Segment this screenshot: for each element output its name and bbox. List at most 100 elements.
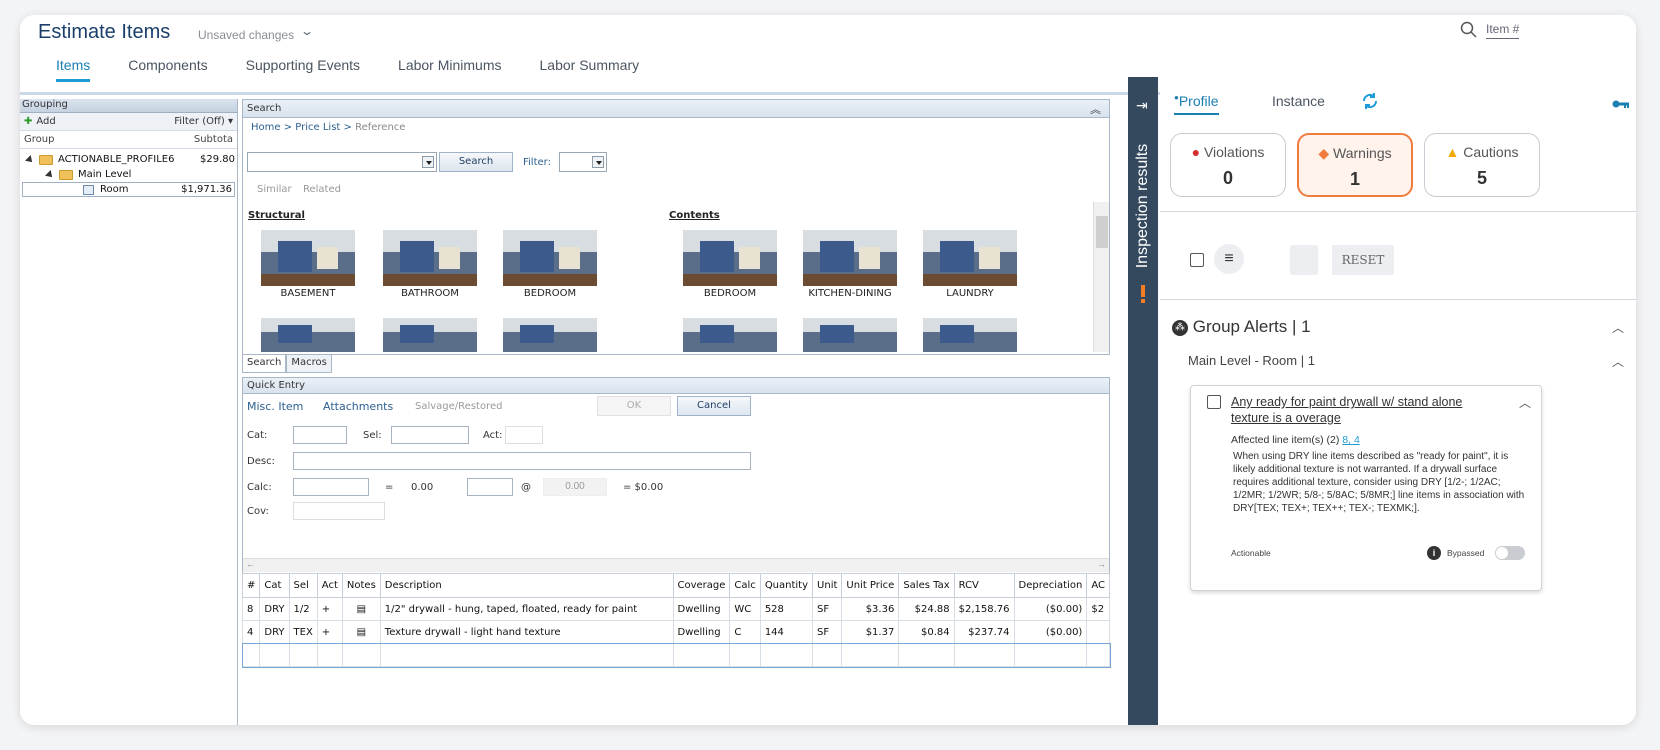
affected-links[interactable]: 8, 4 bbox=[1342, 434, 1360, 446]
thumbnail[interactable] bbox=[503, 318, 597, 352]
table-row[interactable]: 4 DRY TEX + ▤ Texture drywall - light ha… bbox=[241, 620, 1110, 644]
table-row[interactable]: 8 DRY 1/2 + ▤ 1/2" drywall - hung, taped… bbox=[241, 597, 1110, 621]
tab-profile[interactable]: ●Profile bbox=[1174, 93, 1219, 115]
laundry-thumbnail[interactable] bbox=[923, 230, 1017, 286]
dropdown-arrow-icon[interactable] bbox=[422, 156, 434, 168]
col-subtotal[interactable]: Subtota bbox=[194, 134, 233, 145]
collapse-group-icon[interactable]: ︿ bbox=[1612, 319, 1624, 336]
cell[interactable] bbox=[841, 643, 900, 667]
add-button[interactable]: ✚ Add bbox=[24, 116, 56, 127]
cell[interactable] bbox=[898, 643, 955, 667]
cell[interactable] bbox=[1086, 643, 1110, 667]
tab-items[interactable]: Items bbox=[56, 55, 91, 82]
cell[interactable] bbox=[259, 643, 290, 667]
collapse-panel-icon[interactable]: ⇥ bbox=[1136, 97, 1148, 114]
col-notes[interactable]: Notes bbox=[341, 573, 381, 598]
search-button[interactable]: Search bbox=[439, 152, 513, 172]
col-ac[interactable]: AC bbox=[1086, 573, 1110, 598]
cell[interactable] bbox=[1013, 643, 1088, 667]
thumbnail[interactable] bbox=[383, 318, 477, 352]
sub-group-label[interactable]: Main Level - Room | 1 bbox=[1188, 353, 1315, 368]
search-input[interactable] bbox=[247, 152, 437, 172]
cell[interactable] bbox=[379, 643, 674, 667]
col-unit-price[interactable]: Unit Price bbox=[841, 573, 900, 598]
act-field[interactable] bbox=[505, 426, 543, 444]
cell[interactable] bbox=[759, 643, 814, 667]
thumbnail[interactable] bbox=[803, 318, 897, 352]
col-quantity[interactable]: Quantity bbox=[759, 573, 814, 598]
bathroom-thumbnail[interactable] bbox=[383, 230, 477, 286]
filter-dropdown[interactable]: Filter (Off) ▾ bbox=[174, 116, 233, 127]
alert-title[interactable]: Any ready for paint drywall w/ stand alo… bbox=[1231, 394, 1501, 426]
cell[interactable] bbox=[241, 643, 261, 667]
col-act[interactable]: Act bbox=[316, 573, 343, 598]
notes-icon[interactable]: ▤ bbox=[341, 597, 381, 621]
cov-field[interactable] bbox=[293, 502, 385, 520]
search-icon[interactable] bbox=[1460, 21, 1478, 39]
blank-button[interactable] bbox=[1290, 245, 1318, 275]
cell[interactable] bbox=[729, 643, 761, 667]
info-icon[interactable]: i bbox=[1427, 546, 1441, 560]
tree-row-main-level[interactable]: Main Level bbox=[20, 167, 237, 182]
ok-button[interactable]: OK bbox=[597, 396, 671, 416]
expand-icon[interactable] bbox=[25, 154, 35, 165]
collapse-subgroup-icon[interactable]: ︿ bbox=[1612, 353, 1624, 370]
col-cat[interactable]: Cat bbox=[259, 573, 290, 598]
collapse-icon[interactable]: ︽ bbox=[1090, 101, 1101, 117]
calc-field[interactable] bbox=[293, 478, 369, 496]
group-alerts-header[interactable]: ⁂ Group Alerts | 1 bbox=[1172, 317, 1311, 337]
col-sel[interactable]: Sel bbox=[288, 573, 318, 598]
search-scrollbar[interactable] bbox=[1093, 202, 1109, 352]
expand-icon[interactable] bbox=[45, 169, 55, 180]
kitchen-thumbnail[interactable] bbox=[803, 230, 897, 286]
bedroom-thumbnail[interactable] bbox=[503, 230, 597, 286]
structural-heading[interactable]: Structural bbox=[248, 210, 305, 221]
cat-field[interactable] bbox=[293, 426, 347, 444]
cell[interactable] bbox=[341, 643, 381, 667]
price-field[interactable]: 0.00 bbox=[543, 478, 607, 496]
filter-icon[interactable]: ≡ bbox=[1214, 244, 1244, 274]
col-rcv[interactable]: RCV bbox=[953, 573, 1015, 598]
bypassed-toggle[interactable] bbox=[1495, 546, 1525, 560]
key-icon[interactable] bbox=[1612, 99, 1630, 109]
sel-field[interactable] bbox=[391, 426, 469, 444]
contents-heading[interactable]: Contents bbox=[669, 210, 720, 221]
horizontal-scrollbar[interactable]: ← → bbox=[243, 558, 1109, 572]
chevron-down-icon[interactable]: ⌄ bbox=[300, 24, 314, 38]
alert-checkbox[interactable] bbox=[1207, 395, 1221, 409]
tab-supporting-events[interactable]: Supporting Events bbox=[246, 55, 360, 82]
desc-field[interactable] bbox=[293, 452, 751, 470]
tree-row-room[interactable]: Room $1,971.36 bbox=[22, 182, 235, 197]
inspection-sidebar[interactable]: ⇥ Inspection results bbox=[1128, 77, 1158, 725]
col-sales-tax[interactable]: Sales Tax bbox=[898, 573, 955, 598]
misc-item-link[interactable]: Misc. Item bbox=[247, 400, 303, 413]
thumbnail[interactable] bbox=[923, 318, 1017, 352]
reset-button[interactable]: RESET bbox=[1332, 245, 1394, 275]
warnings-card[interactable]: ◆ Warnings 1 bbox=[1297, 133, 1413, 197]
refresh-icon[interactable] bbox=[1360, 91, 1380, 111]
select-all-checkbox[interactable] bbox=[1190, 253, 1204, 267]
cell[interactable] bbox=[812, 643, 843, 667]
col-unit[interactable]: Unit bbox=[812, 573, 843, 598]
contents-bedroom-thumbnail[interactable] bbox=[683, 230, 777, 286]
cell[interactable] bbox=[672, 643, 731, 667]
cell[interactable] bbox=[288, 643, 318, 667]
col-calc[interactable]: Calc bbox=[729, 573, 761, 598]
violations-card[interactable]: ● Violations 0 bbox=[1170, 133, 1286, 197]
crumb-home[interactable]: Home bbox=[251, 122, 281, 133]
col-number[interactable]: # bbox=[241, 573, 261, 598]
collapse-alert-icon[interactable]: ︿ bbox=[1519, 394, 1531, 411]
dropdown-arrow-icon[interactable] bbox=[592, 156, 604, 168]
crumb-price-list[interactable]: Price List bbox=[295, 122, 340, 133]
tab-labor-minimums[interactable]: Labor Minimums bbox=[398, 55, 501, 82]
unsaved-changes[interactable]: Unsaved changes bbox=[198, 28, 294, 42]
cell[interactable] bbox=[316, 643, 343, 667]
new-row[interactable] bbox=[241, 642, 1111, 668]
tab-instance[interactable]: Instance bbox=[1272, 93, 1325, 109]
tab-components[interactable]: Components bbox=[128, 55, 207, 82]
cautions-card[interactable]: ▲ Cautions 5 bbox=[1424, 133, 1540, 197]
col-coverage[interactable]: Coverage bbox=[672, 573, 731, 598]
col-description[interactable]: Description bbox=[379, 573, 674, 598]
thumbnail[interactable] bbox=[261, 318, 355, 352]
tree-row-profile[interactable]: ACTIONABLE_PROFILE6 $29.80 bbox=[20, 152, 237, 167]
